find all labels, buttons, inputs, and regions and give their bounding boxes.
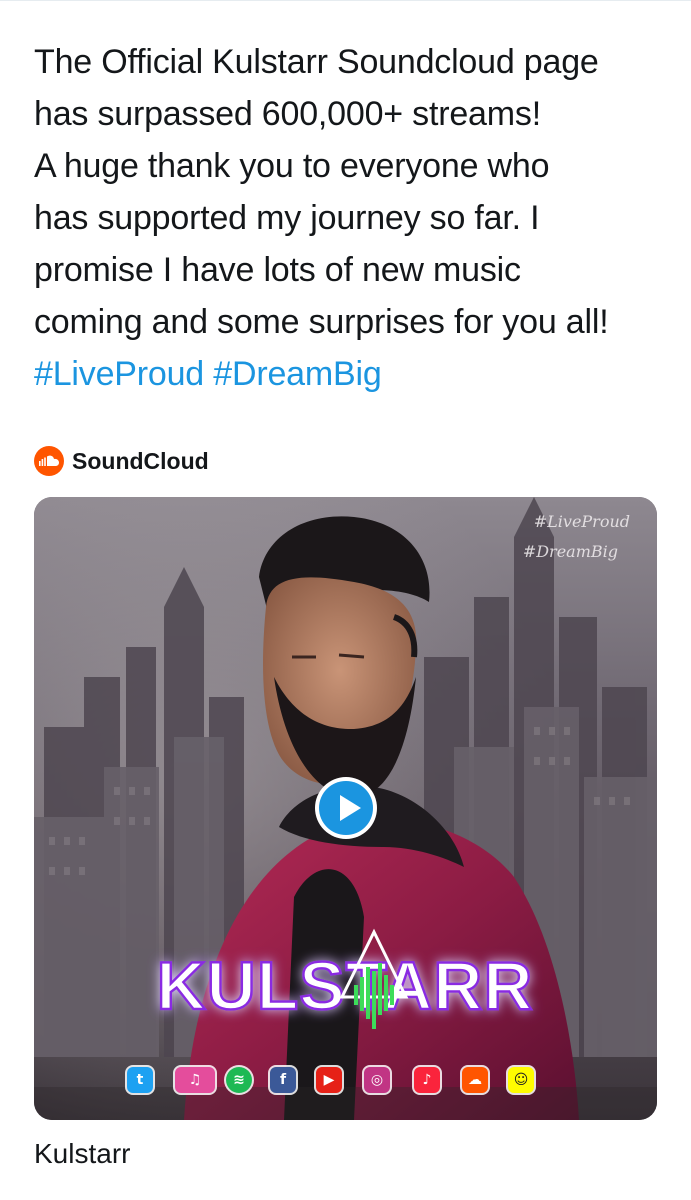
tweet-line: has surpassed 600,000+ streams!	[34, 95, 541, 133]
youtube-icon: ▶	[316, 1067, 342, 1093]
apple-music-icon: ♪	[414, 1067, 440, 1093]
instagram-icon: ◎	[364, 1067, 390, 1093]
soundcloud-icon: ☁	[462, 1067, 488, 1093]
play-icon	[315, 777, 377, 839]
artwork-hashtag-liveproud: #LiveProud	[534, 512, 630, 531]
divider	[0, 0, 691, 1]
social-icons-row: t ♫ ≋ f ▶ ◎ ♪ ☁ ☺	[34, 1067, 657, 1099]
tweet-line: promise I have lots of new music	[34, 251, 521, 289]
itunes-icon: ♫	[175, 1067, 215, 1093]
card-source[interactable]: SoundCloud	[34, 444, 209, 478]
card-source-name: SoundCloud	[72, 447, 209, 474]
snapchat-icon: ☺	[508, 1067, 534, 1093]
hashtag-line: #LiveProud #DreamBig	[34, 348, 664, 400]
tweet-line: coming and some surprises for you all!	[34, 303, 609, 341]
tweet-line: A huge thank you to everyone who	[34, 147, 550, 185]
twitter-icon: t	[127, 1067, 153, 1093]
soundcloud-icon	[34, 446, 64, 476]
play-button[interactable]	[314, 776, 378, 840]
tweet-text: The Official Kulstarr Soundcloud page ha…	[34, 36, 664, 400]
spotify-icon: ≋	[226, 1067, 252, 1093]
hashtag-link-liveproud[interactable]: #LiveProud	[34, 355, 204, 393]
tweet-line: The Official Kulstarr Soundcloud page	[34, 43, 599, 81]
hashtag-link-dreambig[interactable]: #DreamBig	[213, 355, 381, 393]
tweet-line: has supported my journey so far. I	[34, 199, 540, 237]
card-title[interactable]: Kulstarr	[34, 1138, 130, 1170]
facebook-icon: f	[270, 1067, 296, 1093]
artwork-hashtag-dreambig: #DreamBig	[523, 542, 618, 561]
soundcloud-card[interactable]: #LiveProud #DreamBig KULSTARR t ♫ ≋ f ▶ …	[34, 497, 657, 1120]
artwork-logo-text: KULSTARR	[157, 948, 534, 1024]
tweet-detail: The Official Kulstarr Soundcloud page ha…	[0, 0, 691, 1200]
